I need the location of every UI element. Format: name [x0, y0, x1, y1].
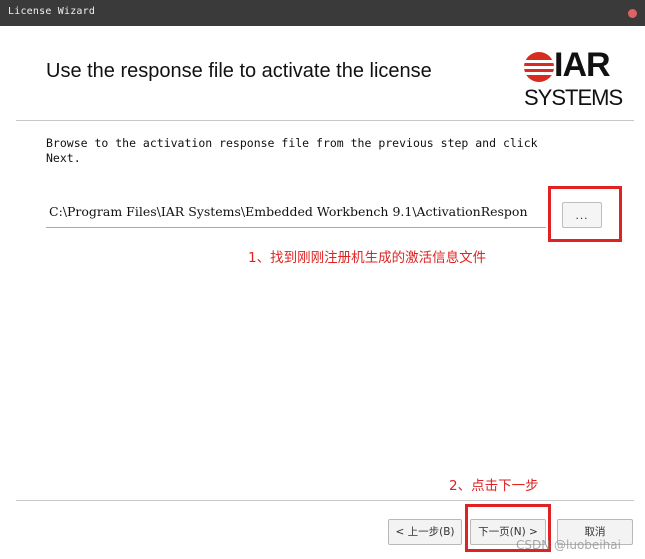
page-title: Use the response file to activate the li…: [46, 60, 432, 82]
response-file-path-input[interactable]: C:\Program Files\IAR Systems\Embedded Wo…: [46, 198, 546, 228]
instruction-text: Browse to the activation response file f…: [46, 136, 538, 165]
title-bar: License Wizard: [0, 0, 645, 26]
close-icon[interactable]: [628, 9, 637, 18]
annotation-step1: 1、找到刚刚注册机生成的激活信息文件: [248, 250, 487, 266]
iar-logo: IAR SYSTEMS: [520, 46, 623, 110]
annotation-step2: 2、点击下一步: [449, 478, 539, 494]
back-button[interactable]: < 上一步(B): [388, 519, 462, 545]
logo-brand-bottom: SYSTEMS: [524, 85, 623, 110]
window-title: License Wizard: [8, 6, 96, 17]
footer-divider: [16, 500, 634, 501]
logo-circle-icon: [524, 52, 554, 82]
highlight-box-browse: [548, 186, 622, 242]
watermark: CSDN @luobeihai: [516, 538, 621, 552]
header-divider: [16, 120, 634, 121]
logo-brand-top: IAR: [554, 46, 611, 84]
